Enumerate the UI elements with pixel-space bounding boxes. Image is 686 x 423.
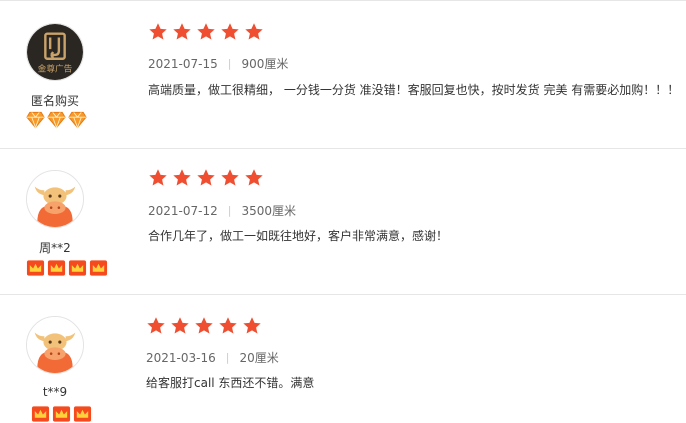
user-level-badges <box>31 405 92 423</box>
rating-stars <box>148 22 264 42</box>
bull-avatar <box>27 171 83 227</box>
review-content: 高端质量，做工很精细， 一分钱一分货 准没错！客服回复也快，按时发货 完美 有需… <box>148 83 680 97</box>
star-icon <box>195 317 213 334</box>
user-level-badges <box>26 111 87 129</box>
crown-badge-icon <box>73 405 92 423</box>
star-icon <box>197 169 215 186</box>
review-meta: 2021-03-16 | 20厘米 <box>146 349 279 366</box>
star-icon <box>149 23 167 40</box>
crown-badge-icon <box>68 259 87 277</box>
star-icon <box>243 317 261 334</box>
bull-avatar <box>27 317 83 373</box>
review-content: 给客服打call 东西还不错。满意 <box>146 376 315 390</box>
star-icon <box>221 23 239 40</box>
star-icon <box>197 23 215 40</box>
username[interactable]: 周**2 <box>10 239 100 256</box>
review-date: 2021-07-12 <box>148 203 218 218</box>
username[interactable]: 匿名购买 <box>10 92 100 109</box>
crown-badge-icon <box>52 405 71 423</box>
star-icon <box>173 169 191 186</box>
crown-badge-icon <box>31 405 50 423</box>
diamond-icon <box>26 111 45 129</box>
star-icon <box>147 317 165 334</box>
review-date: 2021-03-16 <box>146 350 216 365</box>
review-content: 合作几年了，做工一如既往地好，客户非常满意，感谢！ <box>148 229 449 243</box>
star-icon <box>245 23 263 40</box>
review-meta: 2021-07-15 | 900厘米 <box>148 55 288 72</box>
user-avatar[interactable] <box>26 170 84 228</box>
review-item: 金尊广告 匿名购买 2021-07-15 | 900厘米 高端质量，做工很精细，… <box>0 0 686 148</box>
rating-stars <box>148 168 264 188</box>
meta-separator: | <box>227 204 232 217</box>
review-item: t**9 2021-03-16 | 20厘米 给客服打call 东西还不错。满意 <box>0 294 686 422</box>
user-avatar[interactable]: 金尊广告 <box>26 23 84 81</box>
product-spec: 900厘米 <box>241 57 289 71</box>
product-spec: 3500厘米 <box>241 204 297 218</box>
diamond-icon <box>47 111 66 129</box>
diamond-icon <box>68 111 87 129</box>
star-icon <box>245 169 263 186</box>
star-icon <box>219 317 237 334</box>
crown-badge-icon <box>47 259 66 277</box>
rating-stars <box>146 316 262 336</box>
review-item: 周**2 2021-07-12 | 3500厘米 合作几年了，做工一如既往地好，… <box>0 148 686 294</box>
meta-separator: | <box>227 57 232 70</box>
user-level-badges <box>26 259 108 277</box>
jinzun-logo-avatar: 金尊广告 <box>27 24 83 80</box>
user-avatar[interactable] <box>26 316 84 374</box>
star-icon <box>171 317 189 334</box>
crown-badge-icon <box>89 259 108 277</box>
crown-badge-icon <box>26 259 45 277</box>
username[interactable]: t**9 <box>10 385 100 399</box>
svg-text:金尊广告: 金尊广告 <box>38 62 73 74</box>
review-date: 2021-07-15 <box>148 56 218 71</box>
star-icon <box>221 169 239 186</box>
product-spec: 20厘米 <box>239 351 279 365</box>
meta-separator: | <box>225 351 230 364</box>
star-icon <box>149 169 167 186</box>
star-icon <box>173 23 191 40</box>
review-meta: 2021-07-12 | 3500厘米 <box>148 202 296 219</box>
